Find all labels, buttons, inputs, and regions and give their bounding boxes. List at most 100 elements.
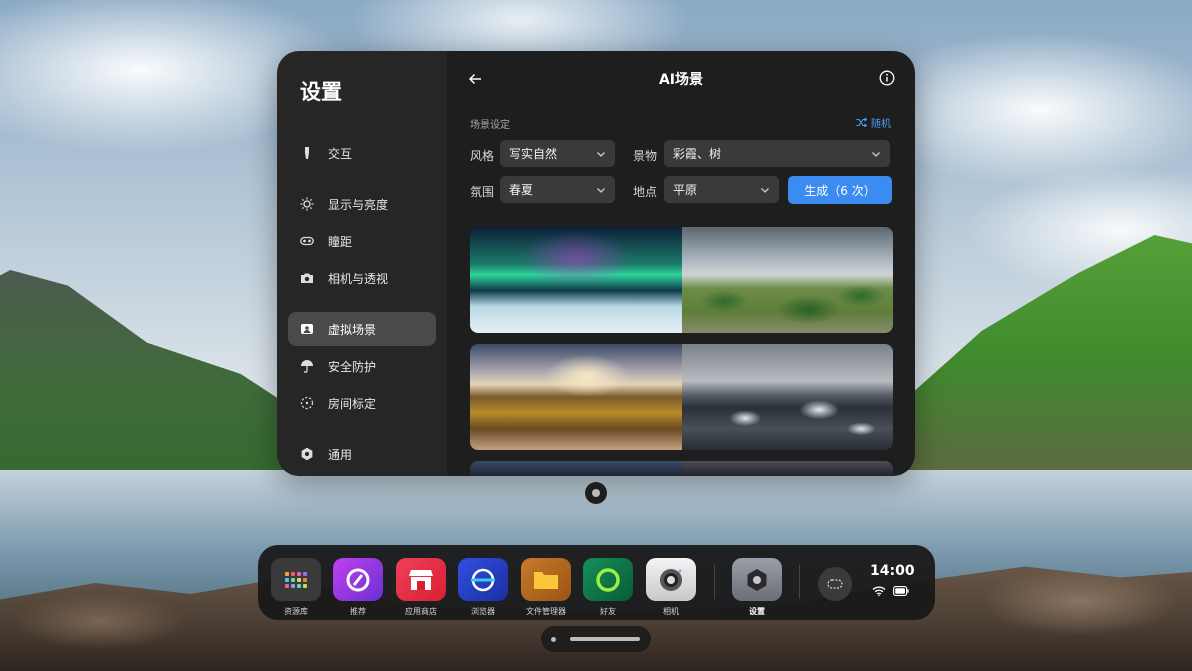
scene-card[interactable]	[470, 461, 893, 476]
shuffle-icon	[856, 118, 867, 127]
sidebar-item-camera[interactable]: 相机与透视	[288, 261, 436, 295]
style-label: 风格	[470, 149, 495, 163]
dock-separator	[799, 565, 800, 599]
app-browser[interactable]: 浏览器	[457, 558, 509, 617]
chevron-down-icon	[761, 188, 769, 193]
scene-thumbnail-aurora	[470, 227, 682, 333]
controller-icon	[300, 146, 314, 160]
app-label: 设置	[749, 607, 765, 616]
scene-thumbnail-meadow	[681, 227, 893, 333]
settings-sidebar: 设置 交互 显示与亮度 瞳距 相机与透视 虚拟场景 安全防护 房间标定 通用	[277, 51, 447, 476]
recenter-button[interactable]	[818, 567, 852, 601]
app-label: 推荐	[350, 607, 366, 616]
page-title: AI场景	[658, 72, 704, 88]
status-icons	[872, 586, 909, 596]
camera-icon	[300, 271, 314, 285]
app-camera[interactable]: 相机	[645, 558, 697, 617]
place-value: 平原	[673, 183, 698, 197]
folder-icon	[521, 558, 571, 601]
app-recommend[interactable]: 推荐	[332, 558, 384, 617]
scene-thumbnail-ice	[681, 344, 893, 450]
grid-icon	[271, 558, 321, 601]
sidebar-item-label: 交互	[328, 146, 353, 161]
app-file-manager[interactable]: 文件管理器	[520, 558, 572, 617]
section-label: 场景设定	[470, 120, 510, 131]
sidebar-item-label: 瞳距	[328, 234, 353, 249]
handle-dot-icon	[592, 489, 600, 497]
app-friends[interactable]: 好友	[582, 558, 634, 617]
scene-card[interactable]	[470, 344, 893, 450]
ipd-icon	[300, 234, 314, 248]
app-library[interactable]: 资源库	[270, 558, 322, 617]
store-icon	[396, 558, 446, 601]
sidebar-item-label: 虚拟场景	[328, 322, 377, 337]
sidebar-item-display[interactable]: 显示与亮度	[288, 187, 436, 221]
info-icon	[879, 70, 895, 86]
home-bar-dot	[551, 636, 556, 642]
app-label: 浏览器	[471, 607, 495, 616]
scenery-value: 彩霞、树	[673, 147, 722, 161]
style-select[interactable]: 写实自然	[500, 140, 615, 167]
chevron-down-icon	[597, 188, 605, 193]
settings-window: 设置 交互 显示与亮度 瞳距 相机与透视 虚拟场景 安全防护 房间标定 通用 A…	[277, 51, 915, 476]
recommend-icon	[333, 558, 383, 601]
sidebar-item-virtual-scene[interactable]: 虚拟场景	[288, 312, 436, 346]
home-bar-line	[570, 637, 640, 641]
panel-header: AI场景	[447, 51, 915, 107]
app-label: 好友	[600, 607, 616, 616]
mood-value: 春夏	[509, 183, 534, 197]
scenery-select[interactable]: 彩霞、树	[664, 140, 890, 167]
wifi-icon	[872, 586, 886, 596]
sidebar-item-label: 相机与透视	[328, 271, 389, 286]
style-value: 写实自然	[509, 147, 558, 161]
place-select[interactable]: 平原	[664, 176, 779, 203]
settings-gear-icon	[732, 558, 782, 601]
dock-separator	[714, 565, 715, 599]
app-label: 资源库	[284, 607, 308, 616]
sidebar-title: 设置	[300, 80, 342, 104]
sidebar-item-room-calibration[interactable]: 房间标定	[288, 386, 436, 420]
scene-icon	[300, 322, 314, 336]
sidebar-item-label: 安全防护	[328, 359, 377, 374]
mood-label: 氛围	[470, 185, 495, 199]
camera-app-icon	[646, 558, 696, 601]
sidebar-item-label: 房间标定	[328, 396, 377, 411]
recenter-icon	[827, 579, 843, 589]
generate-button[interactable]: 生成（6 次）	[788, 176, 892, 204]
chevron-down-icon	[872, 152, 880, 157]
chevron-down-icon	[597, 152, 605, 157]
dock: 资源库 推荐 应用商店 浏览器 文件管理器 好友 相机 设置 14:00	[258, 545, 935, 620]
random-label: 随机	[871, 119, 891, 130]
app-settings[interactable]: 设置	[731, 558, 783, 617]
gear-icon	[300, 447, 314, 461]
random-button[interactable]: 随机	[856, 115, 891, 130]
scenery-label: 景物	[633, 149, 658, 163]
app-label: 文件管理器	[526, 607, 566, 616]
brightness-icon	[300, 197, 314, 211]
sidebar-item-safety[interactable]: 安全防护	[288, 349, 436, 383]
info-button[interactable]	[879, 70, 895, 86]
scene-card[interactable]	[470, 227, 893, 333]
scene-thumbnail	[470, 461, 682, 476]
browser-icon	[458, 558, 508, 601]
sidebar-item-label: 显示与亮度	[328, 197, 389, 212]
app-label: 相机	[663, 607, 679, 616]
friends-icon	[583, 558, 633, 601]
home-bar[interactable]	[541, 626, 651, 652]
ai-scene-panel: AI场景 场景设定 随机 风格 写实自然 景物 彩霞、树 氛围 春夏 地点 平原…	[447, 51, 915, 476]
scene-thumbnail	[681, 461, 893, 476]
sidebar-item-label: 通用	[328, 447, 353, 462]
umbrella-icon	[300, 359, 314, 373]
clock: 14:00	[870, 563, 915, 579]
mood-select[interactable]: 春夏	[500, 176, 615, 203]
sidebar-item-interaction[interactable]: 交互	[288, 136, 436, 170]
app-store[interactable]: 应用商店	[395, 558, 447, 617]
app-label: 应用商店	[405, 607, 437, 616]
place-label: 地点	[633, 185, 658, 199]
scene-thumbnail-canyon	[470, 344, 682, 450]
battery-icon	[893, 586, 909, 596]
sidebar-item-ipd[interactable]: 瞳距	[288, 224, 436, 258]
room-calibration-icon	[300, 396, 314, 410]
window-move-handle[interactable]	[585, 482, 607, 504]
sidebar-item-general[interactable]: 通用	[288, 437, 436, 471]
